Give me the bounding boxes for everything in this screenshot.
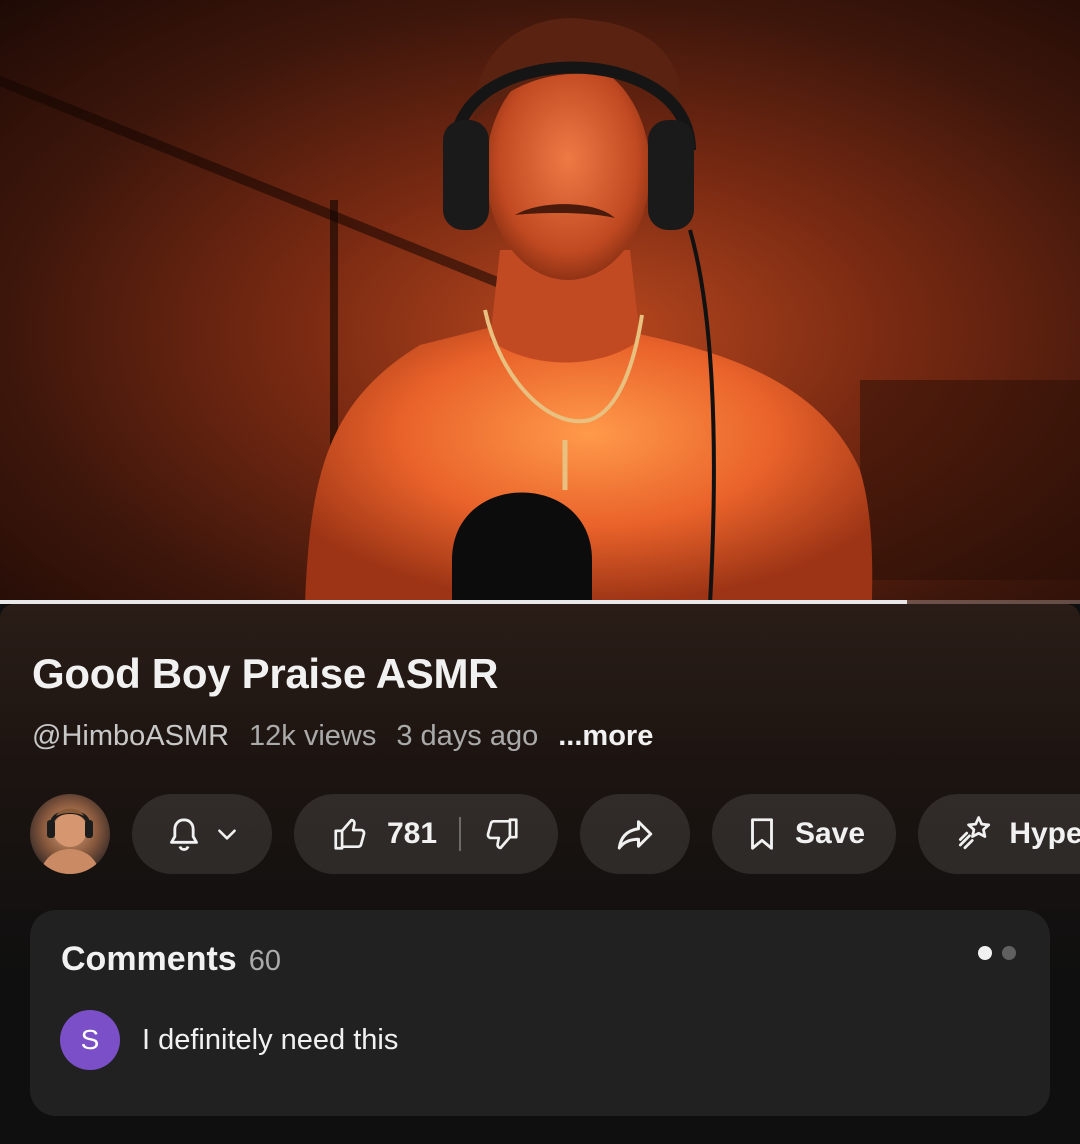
hype-button[interactable]: Hype (918, 794, 1080, 874)
bell-icon (170, 818, 198, 851)
like-divider (459, 817, 462, 851)
hype-star-icon (959, 816, 991, 850)
bookmark-icon (751, 818, 773, 850)
subscribe-notifications-button[interactable] (132, 794, 272, 874)
action-bar: 781 Save Hype (30, 794, 1080, 874)
comment-text: I definitely need this (142, 1023, 399, 1056)
comments-page-indicator (978, 946, 1016, 960)
comments-card[interactable]: Comments 60 S I definitely need this (30, 910, 1050, 1116)
comments-label: Comments (61, 940, 237, 978)
save-button[interactable]: Save (712, 794, 896, 874)
channel-avatar-image (40, 808, 100, 874)
save-label: Save (794, 817, 866, 850)
commenter-avatar[interactable]: S (60, 1010, 120, 1070)
like-icon[interactable] (331, 815, 369, 853)
channel-avatar[interactable] (30, 794, 110, 874)
chevron-down-icon (218, 829, 236, 840)
hype-label: Hype (1009, 817, 1080, 850)
video-title[interactable]: Good Boy Praise ASMR (32, 650, 499, 698)
like-count[interactable]: 781 (387, 817, 437, 851)
comments-count: 60 (248, 945, 281, 977)
view-count: 12k views (249, 720, 377, 752)
page-dot (1002, 946, 1016, 960)
share-button[interactable] (580, 794, 690, 874)
page-dot (978, 946, 992, 960)
video-info-panel: Good Boy Praise ASMR @HimboASMR 12k view… (0, 604, 1080, 1144)
share-icon (617, 820, 653, 850)
comments-header: Comments 60 (61, 940, 281, 979)
like-dislike-group: 781 (294, 794, 558, 874)
channel-handle[interactable]: @HimboASMR (32, 720, 229, 753)
dislike-icon[interactable] (483, 815, 521, 853)
more-link[interactable]: ...more (558, 720, 653, 753)
top-comment[interactable]: S I definitely need this (60, 1010, 398, 1070)
upload-date: 3 days ago (396, 720, 539, 752)
video-player[interactable] (0, 0, 1080, 604)
video-frame-illustration (305, 18, 873, 604)
video-metadata[interactable]: @HimboASMR 12k views 3 days ago ...more (32, 720, 653, 753)
